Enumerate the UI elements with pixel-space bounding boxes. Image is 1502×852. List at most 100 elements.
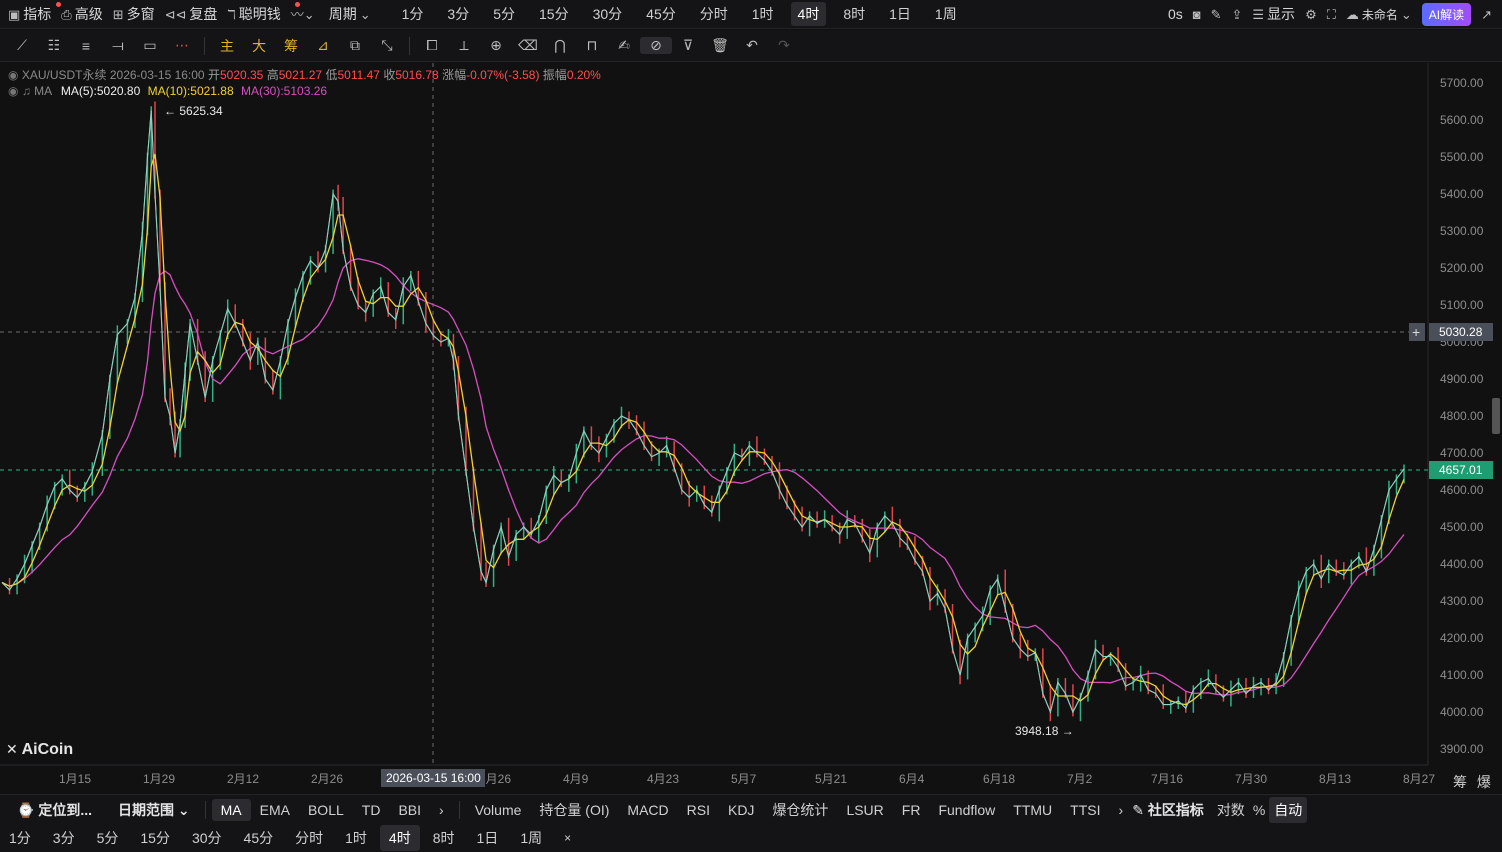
main-indicator-2[interactable]: BOLL <box>299 799 353 821</box>
external-link-icon[interactable]: ↗ <box>1481 8 1492 21</box>
liquidation-tag[interactable]: 爆 <box>1477 774 1491 790</box>
topbar-period-1[interactable]: 3分 <box>440 2 476 26</box>
bottom-period-4[interactable]: 30分 <box>183 825 231 851</box>
horizontal-lines-icon[interactable]: ≡ <box>70 38 102 54</box>
price-chart[interactable]: 3900.00 4000.00 4100.00 4200.00 4300.00 4400.… <box>0 63 1502 793</box>
ruler-icon[interactable]: ⟂ <box>448 37 480 54</box>
topbar-item-1[interactable]: ⎙ 高级 <box>61 4 102 24</box>
filter-icon[interactable]: ⊽ <box>672 37 704 54</box>
sub-indicator-2[interactable]: MACD <box>618 799 677 821</box>
bottom-period-11[interactable]: 1周 <box>511 825 551 851</box>
undo-icon[interactable]: ↶ <box>736 37 768 54</box>
magnet-icon[interactable]: ⋂ <box>544 37 576 54</box>
pattern-icon[interactable]: ⧉ <box>339 37 371 54</box>
bottom-period-9[interactable]: 8时 <box>424 825 464 851</box>
trash-icon[interactable]: 🗑 <box>704 37 736 54</box>
eye-icon[interactable]: ◉ <box>8 68 18 82</box>
chevron-right-icon[interactable]: › <box>1110 799 1133 821</box>
chevron-right-icon[interactable]: › <box>430 799 453 821</box>
measure-icon[interactable]: ⤡ <box>371 37 403 54</box>
bottom-period-8[interactable]: 4时 <box>379 825 420 851</box>
bottom-period-5[interactable]: 45分 <box>235 825 283 851</box>
sub-indicator-9[interactable]: TTMU <box>1004 799 1061 821</box>
y-tick-label: 5500.00 <box>1440 150 1484 164</box>
topbar-period-6[interactable]: 分时 <box>693 2 735 26</box>
sub-indicator-8[interactable]: Fundflow <box>929 799 1004 821</box>
topbar-item-3[interactable]: ⊲⊲ 复盘 <box>165 4 218 24</box>
lock-icon[interactable]: ⊓ <box>576 37 608 54</box>
countdown-text: 0s <box>1167 6 1183 22</box>
main-indicator-3[interactable]: TD <box>353 799 390 821</box>
pen-icon[interactable]: ✎ <box>1211 8 1222 21</box>
sub-indicator-4[interactable]: KDJ <box>719 799 763 821</box>
chip-tag[interactable]: 筹 <box>1453 774 1467 790</box>
sub-indicator-3[interactable]: RSI <box>678 799 719 821</box>
eraser-icon[interactable]: ⌫ <box>512 37 544 54</box>
wave-icon[interactable]: 〰⌄ <box>291 8 315 21</box>
trend-line-icon[interactable]: ⟋ <box>6 37 38 54</box>
community-indicators-button[interactable]: ✎ 社区指标 <box>1132 797 1213 823</box>
bottom-period-2[interactable]: 5分 <box>88 825 128 851</box>
y-tick-label: 4800.00 <box>1440 409 1484 423</box>
notification-dot <box>56 2 61 7</box>
auto-draw-icon[interactable]: ⊿ <box>307 37 339 54</box>
sub-indicator-1[interactable]: 持仓量 (OI) <box>530 797 618 823</box>
bottom-period-7[interactable]: 1时 <box>336 825 376 851</box>
topbar-item-0[interactable]: ▣ 指标 <box>8 2 61 24</box>
topbar-period-5[interactable]: 45分 <box>639 2 683 26</box>
sub-indicator-0[interactable]: Volume <box>466 799 531 821</box>
rectangle-icon[interactable]: ▭ <box>134 37 166 54</box>
auto-scale-toggle[interactable]: 自动 <box>1269 796 1308 823</box>
bottom-period-3[interactable]: 15分 <box>131 825 179 851</box>
settings-icon[interactable]: ⚙ <box>1305 8 1317 21</box>
topbar-period-7[interactable]: 1时 <box>745 2 781 26</box>
sub-indicator-10[interactable]: TTSI <box>1061 799 1109 821</box>
topbar-period-3[interactable]: 15分 <box>532 2 576 26</box>
bottom-period-0[interactable]: 1分 <box>0 825 40 851</box>
topbar-period-0[interactable]: 1分 <box>395 2 431 26</box>
edit-icon[interactable]: ✍ <box>608 37 640 54</box>
main-indicator-0[interactable]: MA <box>211 798 251 821</box>
topbar-period-2[interactable]: 5分 <box>486 2 522 26</box>
date-range-button[interactable]: 日期范围 ⌄ <box>109 797 199 823</box>
bell-icon[interactable]: ♫ <box>22 84 31 98</box>
log-scale-toggle[interactable]: 对数 <box>1213 797 1249 823</box>
chip-tag-icon[interactable]: 筹 <box>275 36 307 56</box>
bottom-period-10[interactable]: 1日 <box>468 825 508 851</box>
big-tag-icon[interactable]: 大 <box>243 36 275 56</box>
topbar-item-2[interactable]: ⊞ 多窗 <box>113 4 155 24</box>
side-panel-handle[interactable] <box>1492 398 1500 434</box>
link-icon[interactable]: ⊘ <box>640 37 672 54</box>
topbar-item-4[interactable]: ℸ 聪明钱 <box>227 2 301 24</box>
sub-indicator-5[interactable]: 爆仓统计 <box>763 797 837 823</box>
locate-button[interactable]: ⌚ 定位到... <box>8 797 101 823</box>
dotted-line-icon[interactable]: ⋯ <box>166 37 198 54</box>
topbar-period-11[interactable]: 1周 <box>928 2 964 26</box>
share-icon[interactable]: ⇪ <box>1232 8 1243 21</box>
camera-icon[interactable]: ◙ <box>1193 8 1201 21</box>
eye-icon[interactable]: ◉ <box>8 84 18 98</box>
close-icon[interactable]: × <box>555 828 580 848</box>
display-menu[interactable]: ☰ 显示 <box>1252 4 1295 24</box>
topbar-period-4[interactable]: 30分 <box>586 2 630 26</box>
fullscreen-icon[interactable]: ⛶ <box>1327 8 1336 21</box>
ai-interpret-button[interactable]: AI解读 <box>1421 2 1472 26</box>
topbar-period-8[interactable]: 4时 <box>790 2 827 26</box>
sub-indicator-6[interactable]: LSUR <box>837 799 892 821</box>
user-menu[interactable]: ☁ 未命名 ⌄ <box>1346 6 1412 23</box>
bottom-period-6[interactable]: 分时 <box>286 825 332 851</box>
zoom-icon[interactable]: ⊕ <box>480 37 512 54</box>
main-indicator-1[interactable]: EMA <box>251 799 299 821</box>
topbar-period-10[interactable]: 1日 <box>882 2 918 26</box>
multi-line-icon[interactable]: ☷ <box>38 37 70 54</box>
horizontal-ray-icon[interactable]: ⟞ <box>102 37 134 54</box>
bottom-period-1[interactable]: 3分 <box>44 825 84 851</box>
sub-indicator-7[interactable]: FR <box>893 799 930 821</box>
topbar-period-9[interactable]: 8时 <box>836 2 872 26</box>
redo-icon[interactable]: ↷ <box>768 37 800 54</box>
main-indicator-4[interactable]: BBI <box>389 799 430 821</box>
percent-scale-toggle[interactable]: % <box>1249 799 1269 821</box>
copy-icon[interactable]: ⧠ <box>416 37 448 54</box>
main-tag-icon[interactable]: 主 <box>211 36 243 56</box>
period-menu[interactable]: 周期 ⌄ <box>329 4 371 24</box>
